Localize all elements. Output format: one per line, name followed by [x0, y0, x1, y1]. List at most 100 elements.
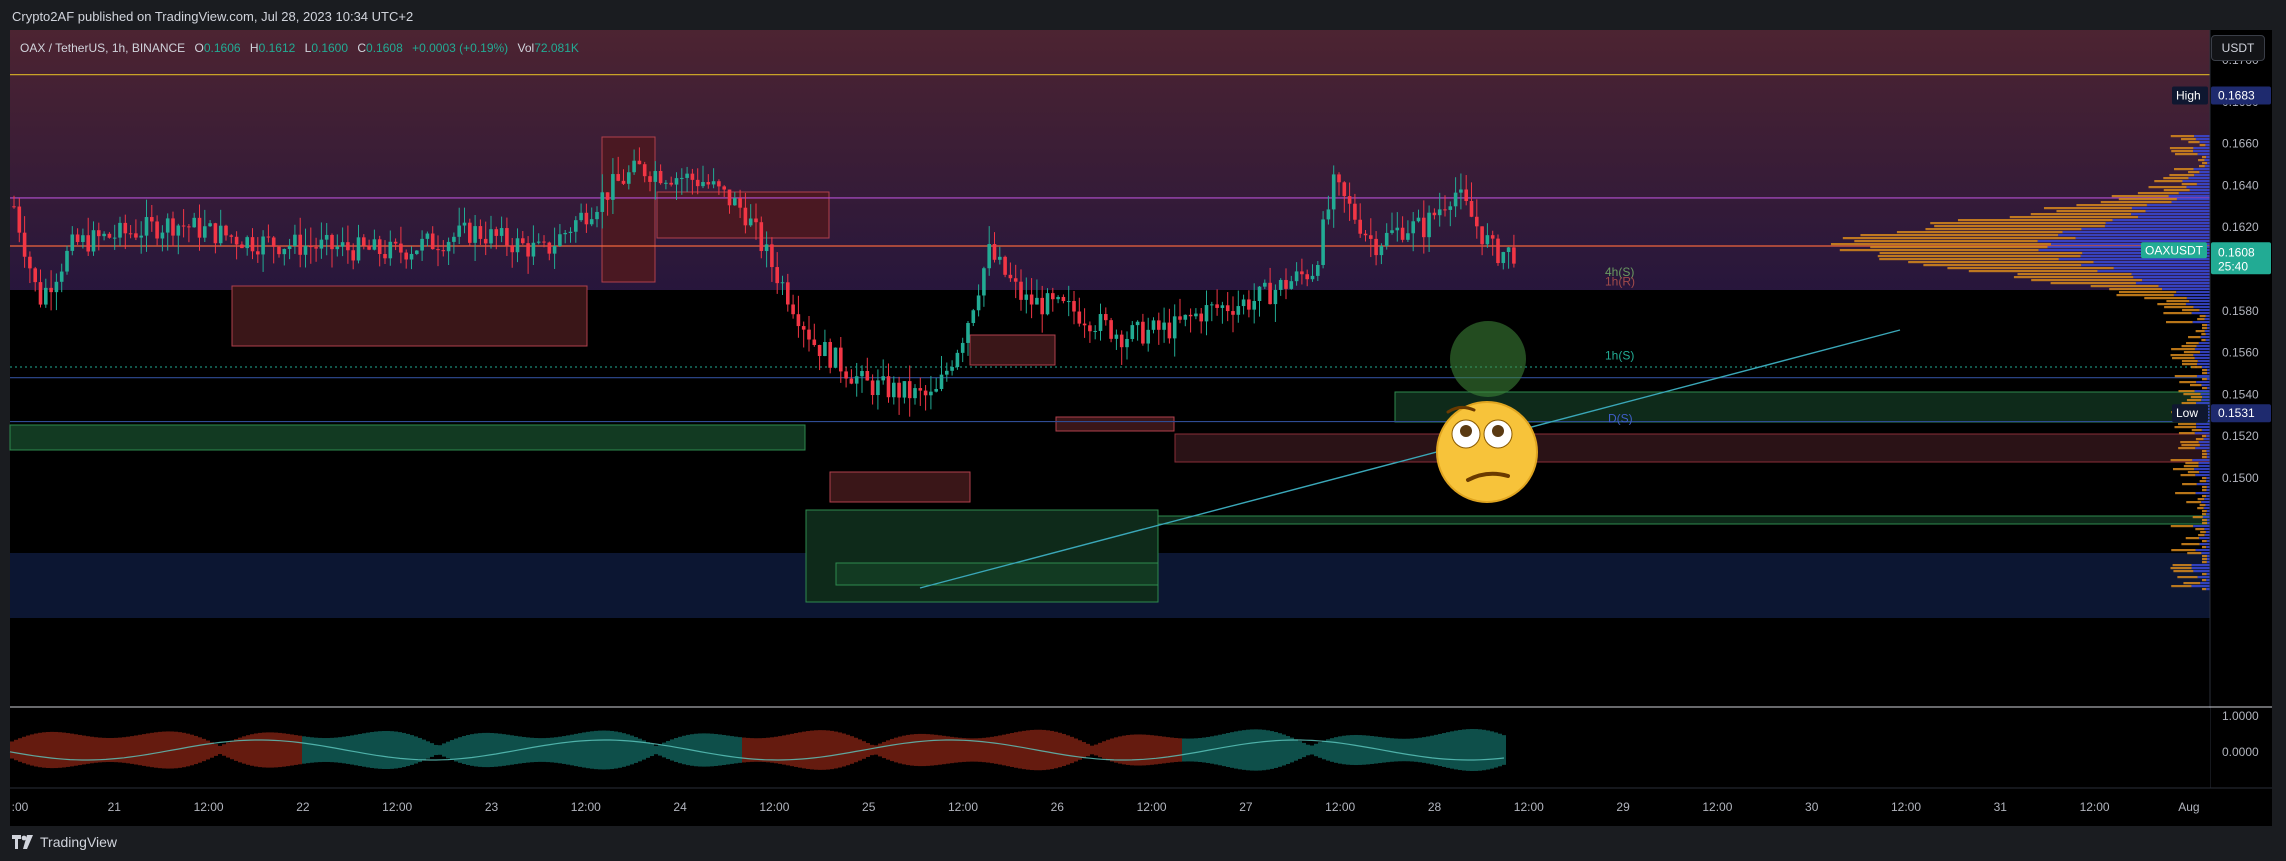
oscillator-band [1502, 735, 1506, 765]
oscillator-band [1058, 732, 1062, 768]
oscillator-band [1062, 733, 1066, 767]
volume-profile-bar [2197, 507, 2204, 510]
oscillator-band [366, 732, 370, 768]
price-chart[interactable]: 4h(S)1h(R)1h(S)D(S) 0.17000.16800.16600.… [0, 0, 2286, 861]
volume-profile-bar [2206, 489, 2210, 492]
candle-body [1051, 293, 1055, 300]
candle-body [75, 234, 80, 242]
volume-profile-bar [2201, 552, 2210, 555]
candle-body [775, 267, 779, 284]
candle-body [1506, 247, 1511, 253]
candle-body [181, 225, 186, 227]
volume-profile-bar [2170, 567, 2192, 570]
candle-body [1167, 322, 1172, 339]
oscillator-band [1070, 736, 1074, 764]
oscillator-band [1246, 729, 1250, 771]
oscillator-band [610, 730, 614, 770]
candle-body [929, 391, 933, 396]
oscillator-band [1262, 729, 1266, 771]
candle-body [1082, 323, 1087, 326]
volume-profile-bar [1842, 237, 2076, 240]
candle-body [971, 310, 976, 324]
candle-body [261, 236, 265, 255]
candle-body [1231, 311, 1235, 315]
oscillator-band [1470, 728, 1474, 772]
volume-profile-bar [2202, 396, 2210, 399]
volume-profile-bar [2183, 582, 2201, 585]
oscillator-band [1446, 732, 1450, 768]
volume-profile-bar [2202, 546, 2207, 549]
oscillator-band [830, 730, 834, 770]
demand-box-2 [805, 509, 1159, 603]
candle-body [489, 229, 493, 244]
candle-body [786, 282, 790, 305]
oscillator-tick-label: 1.0000 [2222, 709, 2259, 723]
candle-body [738, 198, 742, 208]
symbol-title[interactable]: OAX / TetherUS, 1h, BINANCE [20, 41, 185, 55]
candle-body [854, 376, 859, 384]
candle-body [552, 245, 557, 254]
oscillator-band [482, 732, 486, 768]
oscillator-band [30, 734, 34, 766]
tradingview-logo[interactable]: TradingView [12, 834, 117, 850]
oscillator-band [842, 733, 846, 767]
currency-button[interactable]: USDT [2211, 35, 2265, 61]
oscillator-band [378, 731, 382, 769]
volume-profile-bar [2116, 294, 2174, 297]
candle-body [409, 253, 414, 260]
candle-body [303, 245, 308, 255]
oscillator-band [1254, 729, 1258, 771]
candle-body [653, 171, 658, 182]
volume-profile-bar [2181, 183, 2197, 186]
oscillator-band [426, 741, 430, 759]
oscillator-band [274, 732, 278, 768]
volume-profile-bar [2200, 582, 2210, 585]
volume-profile-bar [2171, 201, 2210, 204]
candle-body [319, 239, 324, 249]
volume-profile-bar [2196, 375, 2210, 378]
price-axis[interactable] [2210, 30, 2272, 708]
volume-profile-bar [2173, 570, 2194, 573]
oscillator-band [290, 734, 294, 766]
oscillator-band [1350, 735, 1354, 765]
volume-profile-bar [2202, 324, 2208, 327]
volume-profile-bar [2131, 273, 2210, 276]
volume-profile-bar [2176, 291, 2210, 294]
candle-body [950, 367, 954, 371]
candle-body [287, 246, 292, 250]
candle-body [377, 239, 382, 254]
candle-body [817, 344, 822, 357]
volume-profile-bar [2181, 345, 2197, 348]
volume-profile-bar [2165, 321, 2193, 324]
candle-body [600, 192, 605, 212]
oscillator-band [1074, 738, 1078, 762]
volume-profile-bar [2166, 300, 2190, 303]
volume-profile-bar [2206, 450, 2210, 453]
candle-body [881, 376, 885, 381]
candle-body [865, 371, 870, 381]
candle-body [690, 173, 695, 180]
oscillator-band [498, 733, 502, 767]
candle-body [441, 250, 446, 252]
oscillator-band [1370, 736, 1374, 764]
oscillator-band [846, 734, 850, 766]
candle-body [727, 189, 732, 206]
oscillator-tick-label: 0.0000 [2222, 745, 2259, 759]
volume-profile-bar [2199, 543, 2210, 546]
volume-profile-bar [2076, 204, 2147, 207]
oscillator-band [1418, 737, 1422, 763]
price-tick-label: 0.1580 [2222, 304, 2259, 318]
candle-body [128, 233, 133, 235]
oscillator-band [1114, 737, 1118, 763]
oscillator-band [130, 736, 134, 764]
symbol-legend[interactable]: OAX / TetherUS, 1h, BINANCE O0.1606 H0.1… [20, 41, 579, 55]
volume-profile-bar [2183, 393, 2201, 396]
candle-body [430, 233, 435, 250]
volume-profile-bar [2199, 171, 2210, 174]
candle-body [415, 250, 419, 254]
candle-body [1289, 281, 1294, 289]
candle-body [1453, 192, 1458, 207]
time-tick-label: 28 [1428, 800, 1442, 814]
candle-body [1210, 304, 1214, 306]
oscillator-band [986, 737, 990, 763]
